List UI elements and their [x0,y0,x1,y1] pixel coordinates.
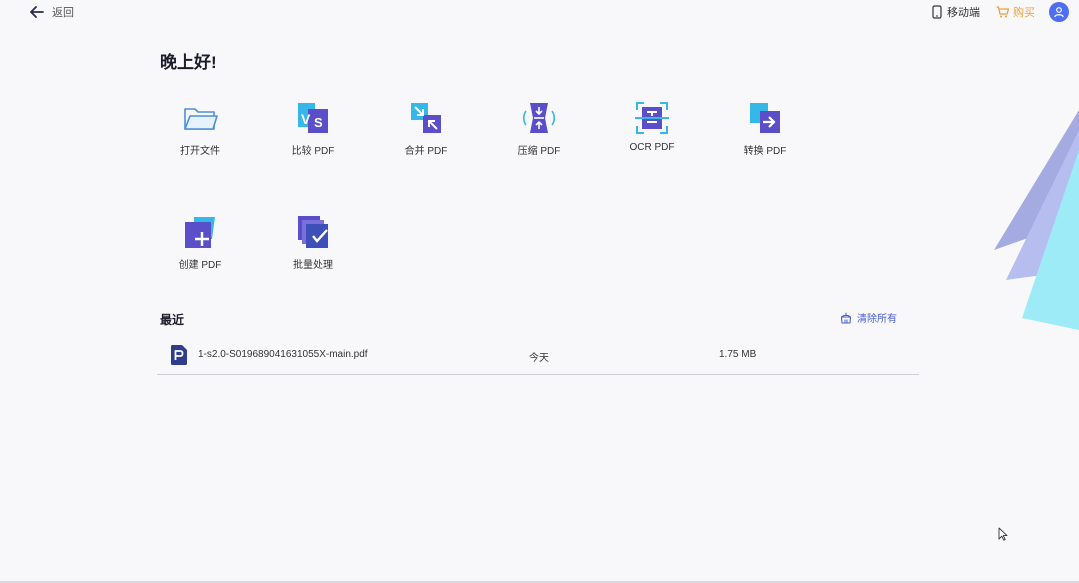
tool-open-file[interactable]: 打开文件 [155,100,245,170]
back-label: 返回 [52,7,74,19]
tool-ocr-pdf[interactable]: OCR PDF [607,100,697,170]
top-bar: 返回 移动端 购买 [0,0,1079,26]
tool-label: 比较 PDF [291,146,335,157]
buy-label: 购买 [1013,7,1035,19]
mobile-label: 移动端 [947,7,980,19]
tool-label: OCR PDF [629,142,675,153]
user-icon [1054,7,1064,18]
tool-compare-pdf[interactable]: V S 比较 PDF [268,100,358,170]
file-date: 今天 [529,353,549,364]
buy-button[interactable]: 购买 [996,4,1035,20]
tool-label: 打开文件 [180,146,220,157]
arrow-left-icon [30,6,44,18]
tool-batch-process[interactable]: 批量处理 [268,214,358,284]
file-size: 1.75 MB [719,349,757,360]
phone-icon [932,5,942,19]
user-avatar[interactable] [1049,2,1069,22]
batch-check-icon [298,216,328,248]
back-button[interactable]: 返回 [30,4,74,20]
tool-label: 批量处理 [293,260,333,271]
ocr-scan-icon [635,102,669,134]
svg-text:S: S [314,115,323,130]
folder-icon [184,108,218,130]
clear-broom-icon [840,312,852,324]
mouse-cursor-icon [998,527,1008,541]
recent-file-row[interactable]: 1-s2.0-S019689041631055X-main.pdf 今天 1.7… [157,339,919,375]
clear-all-label: 清除所有 [857,314,897,325]
compress-icon [522,103,556,133]
merge-arrows-icon [411,103,441,133]
convert-arrow-icon [750,103,780,133]
mobile-button[interactable]: 移动端 [932,4,980,20]
tool-label: 转换 PDF [743,146,787,157]
tool-merge-pdf[interactable]: 合并 PDF [381,100,471,170]
file-name: 1-s2.0-S019689041631055X-main.pdf [198,349,368,360]
greeting-title: 晚上好! [160,53,217,72]
tool-compress-pdf[interactable]: 压缩 PDF [494,100,584,170]
tool-convert-pdf[interactable]: 转换 PDF [720,100,810,170]
tool-label: 合并 PDF [404,146,448,157]
create-plus-icon [185,217,215,248]
compare-vs-icon: V S [298,103,328,133]
clear-all-button[interactable]: 清除所有 [840,310,897,325]
tools-grid: 打开文件 V S 比较 PDF 合并 PDF 压缩 PDF OCR PDF 转换… [155,100,855,280]
recent-section-title: 最近 [160,313,185,327]
top-right-actions: 移动端 购买 [932,2,1069,22]
tool-label: 压缩 PDF [517,146,561,157]
svg-text:V: V [301,111,311,127]
tool-label: 创建 PDF [178,260,222,271]
pdf-file-icon [171,345,187,365]
cart-icon [996,6,1009,18]
decorative-pages-graphic [994,110,1079,330]
tool-create-pdf[interactable]: 创建 PDF [155,214,245,284]
